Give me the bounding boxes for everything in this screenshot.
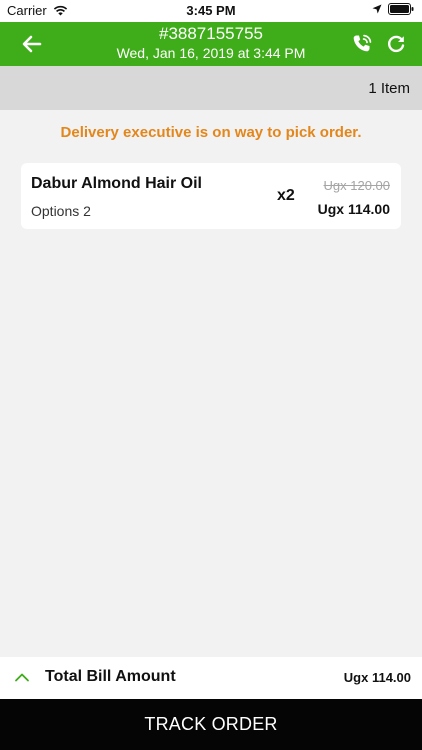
order-status-message: Delivery executive is on way to pick ord… — [60, 124, 362, 141]
refresh-icon[interactable] — [384, 32, 408, 56]
status-bar: Carrier 3:45 PM — [0, 0, 422, 22]
product-quantity: x2 — [277, 187, 295, 204]
order-item-card: Dabur Almond Hair Oil Options 2 x2 Ugx 1… — [21, 163, 401, 229]
total-bill-label: Total Bill Amount — [45, 668, 176, 685]
phone-call-icon[interactable] — [350, 32, 374, 56]
discounted-price: Ugx 114.00 — [317, 201, 390, 217]
order-header: #3887155755 Wed, Jan 16, 2019 at 3:44 PM — [0, 22, 422, 66]
total-bill-bar[interactable]: Total Bill Amount Ugx 114.00 — [0, 657, 422, 699]
battery-icon — [388, 3, 414, 15]
items-count-bar: 1 Item — [0, 66, 422, 110]
total-bill-amount: Ugx 114.00 — [343, 670, 411, 685]
items-count: 1 Item — [368, 80, 410, 97]
header-actions — [350, 32, 408, 56]
product-option: Options 2 — [31, 203, 91, 219]
original-price: Ugx 120.00 — [323, 178, 391, 193]
chevron-up-icon[interactable] — [14, 671, 30, 683]
status-right — [372, 3, 414, 15]
location-arrow-icon — [372, 4, 382, 14]
status-time: 3:45 PM — [186, 3, 236, 18]
product-name: Dabur Almond Hair Oil — [31, 175, 202, 192]
track-order-button[interactable]: TRACK ORDER — [0, 699, 422, 750]
